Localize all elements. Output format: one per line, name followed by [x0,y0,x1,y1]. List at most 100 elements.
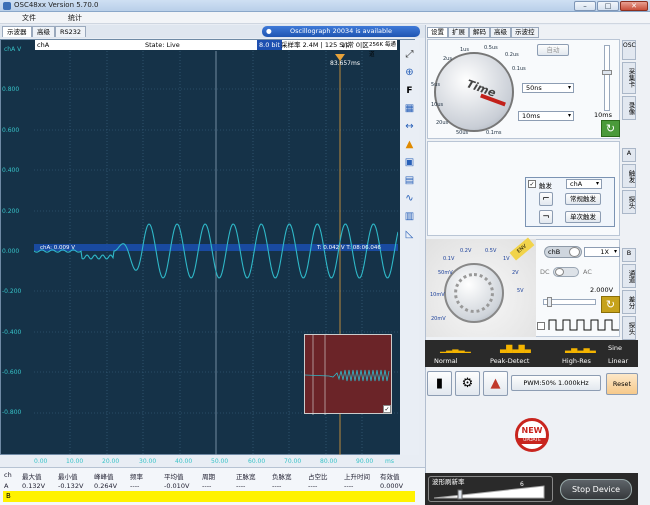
offset-value: 2.000V [590,286,614,294]
stat-value: A [4,482,9,490]
stat-header: 频率 [130,473,143,481]
spectrum-chart-icon[interactable]: ▲ [483,371,508,396]
fit-icon[interactable]: ⤢ [402,48,417,62]
stat-value: -0.132V [58,482,84,490]
bits-label: 8.0 bit [257,40,282,50]
timebase-combo-2[interactable]: 10ms [518,111,574,121]
side-tab-channel[interactable]: 通道 [622,264,636,288]
table-icon[interactable]: ▥ [402,210,417,224]
stat-header: 负脉宽 [272,473,292,481]
tab-extend[interactable]: 扩展 [448,27,469,38]
coupling-toggle[interactable] [553,267,579,277]
peak-detect-option[interactable]: Peak-Detect [490,357,529,365]
stat-header: 周期 [202,473,215,481]
timebase-slider-thumb[interactable] [602,70,612,75]
trigger-source-combo[interactable]: chA [566,179,602,189]
falling-edge-icon[interactable]: ¬ [539,210,553,224]
dial-mark: 20us [436,120,449,126]
trigger-ch-label: chA: 0.009 V [40,245,75,251]
side-tab-osc[interactable]: OSC [622,40,636,60]
refresh-icon[interactable]: ↻ [601,120,620,137]
single-trigger-button[interactable]: 单次触发 [565,211,601,223]
tab-decode[interactable]: 解码 [469,27,490,38]
volts-dial[interactable] [444,263,504,323]
rising-edge-icon[interactable]: ⌐ [539,192,553,206]
side-tab-probe-a[interactable]: 探头 [622,190,636,214]
side-tab-b[interactable]: B [622,248,636,262]
new-update-badge[interactable]: NEW UPDATE [515,418,549,452]
dial-grip [454,273,494,313]
side-tab-capture[interactable]: 采集卡 [622,62,636,94]
tab-advanced[interactable]: 高级 [32,26,55,37]
square-wave-checkbox[interactable] [537,322,545,330]
trigger-checkbox[interactable]: ✓ [528,180,536,188]
refresh-rate-slider[interactable] [434,484,550,500]
stat-value: 0.000V [380,482,404,490]
trigger-time-label: T: 0.042 V T: 08:06.046 [316,245,381,251]
x-tick: 80.00 [320,458,338,465]
ruler-icon[interactable]: ◺ [402,228,417,242]
side-tab-probe-b[interactable]: 探头 [622,316,636,340]
font-icon[interactable]: F [402,84,417,98]
title-bar: OSC48xx Version 5.70.0 – □ ✕ [0,0,650,12]
probe-multiplier-combo[interactable]: 1X [584,247,620,257]
update-banner[interactable]: ● Oscillograph 20034 is available [262,26,420,37]
normal-trigger-button[interactable]: 常规触发 [565,193,601,205]
offset-slider[interactable] [543,297,596,307]
side-tab-record[interactable]: 录像 [622,96,636,120]
y-tick: -0.200 [2,288,22,295]
x-tick: 60.00 [248,458,266,465]
pwm-button[interactable]: PWM:50% 1.000kHz [511,375,601,391]
timebase-combo-1[interactable]: 50ns [522,83,574,93]
linear-option[interactable]: Linear [608,357,628,365]
measure-icon[interactable]: ↔ [402,120,417,134]
tab-scope-ctrl[interactable]: 示波控 [511,27,539,38]
trigger-enable-label: 触发 [539,182,552,190]
square-wave-icon [548,319,619,331]
reset-button[interactable]: Reset [606,373,638,395]
bar-chart-icon[interactable]: ▮ [427,371,452,396]
offset-slider-thumb[interactable] [547,297,552,307]
y-axis-title: chA V [4,46,22,53]
volts-mark: 20mV [431,316,446,322]
stat-header: 平均值 [164,473,184,481]
close-button[interactable]: ✕ [620,1,648,11]
menu-bar: 文件 统计 [0,12,650,24]
snapshot-icon[interactable]: ▤ [402,174,417,188]
channel-toggle[interactable]: chB [544,246,582,258]
save-icon[interactable]: ▣ [402,156,417,170]
side-tab-diff[interactable]: 差分 [622,290,636,314]
zoom-preview[interactable]: ✓ [304,334,392,415]
menu-stats[interactable]: 统计 [68,13,82,23]
grid-icon[interactable]: ▦ [402,102,417,116]
side-tab-a[interactable]: A [622,148,636,162]
gear-icon[interactable]: ⚙ [455,371,480,396]
tab-oscilloscope[interactable]: 示波器 [2,26,32,37]
tab-settings[interactable]: 设置 [427,27,448,38]
volts-mark: 0.2V [460,248,472,254]
tab-rs232[interactable]: RS232 [55,26,87,37]
x-tick: 0.00 [34,458,48,465]
auto-button[interactable]: 自动 [537,44,569,56]
timebase-slider[interactable] [602,45,612,111]
banner-text: Oscillograph 20034 is available [290,27,392,35]
tab-advanced-right[interactable]: 高级 [490,27,511,38]
stop-device-button[interactable]: Stop Device [560,479,632,500]
reset-offset-icon[interactable]: ↻ [601,296,620,313]
volts-mark: 0.5V [485,248,497,254]
spectrum-icon[interactable]: ▲ [402,138,417,152]
menu-file[interactable]: 文件 [22,13,36,23]
refresh-slider-thumb [457,489,463,500]
hires-option[interactable]: High-Res [562,357,591,365]
stat-header: ch [4,471,12,479]
minimize-button[interactable]: – [574,1,596,11]
side-tab-trigger[interactable]: 触发 [622,164,636,188]
normal-mode-option[interactable]: Normal [434,357,458,365]
preview-checkbox[interactable]: ✓ [383,405,391,413]
y-tick: 0.200 [2,208,20,215]
stat-header: 有效值 [380,473,400,481]
sine-option[interactable]: Sine [608,344,622,352]
waveform-icon[interactable]: ∿ [402,192,417,206]
maximize-button[interactable]: □ [597,1,619,11]
zoom-icon[interactable]: ⊕ [402,66,417,80]
